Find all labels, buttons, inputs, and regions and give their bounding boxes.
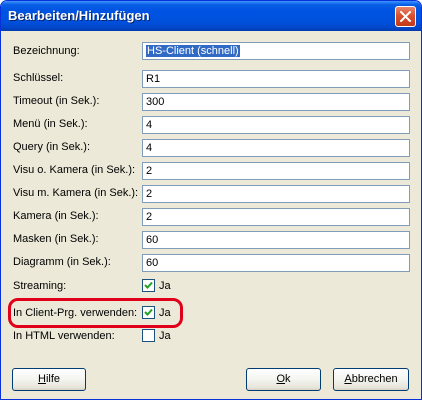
label-visu-ohne-kamera: Visu o. Kamera (in Sek.): — [13, 164, 136, 176]
kamera-field[interactable]: 2 — [142, 208, 410, 226]
dialog-window: Bearbeiten/Hinzufügen Bezeichnung: HS-Cl… — [0, 0, 422, 400]
in-html-checkbox[interactable] — [142, 329, 155, 342]
visu-ohne-kamera-field[interactable]: 2 — [142, 162, 410, 180]
highlight-frame — [8, 298, 183, 328]
label-streaming: Streaming: — [13, 280, 67, 292]
masken-field[interactable]: 60 — [142, 231, 410, 249]
query-field[interactable]: 4 — [142, 139, 410, 157]
ok-label: k — [285, 373, 291, 385]
streaming-checkbox-label: Ja — [159, 280, 171, 292]
label-timeout: Timeout (in Sek.): — [13, 95, 100, 107]
ok-button[interactable]: Ok — [246, 368, 321, 391]
window-title: Bearbeiten/Hinzufügen — [8, 8, 150, 23]
label-diagramm: Diagramm (in Sek.): — [13, 256, 111, 268]
streaming-checkbox[interactable] — [142, 279, 155, 292]
label-masken: Masken (in Sek.): — [13, 233, 99, 245]
cancel-mnemonic: A — [344, 373, 352, 385]
label-kamera: Kamera (in Sek.): — [13, 210, 99, 222]
label-in-html: In HTML verwenden: — [13, 330, 115, 342]
label-schluessel: Schlüssel: — [13, 72, 64, 84]
schluessel-field[interactable]: R1 — [142, 70, 410, 88]
menue-field[interactable]: 4 — [142, 116, 410, 134]
visu-mit-kamera-field[interactable]: 2 — [142, 185, 410, 203]
label-menue: Menü (in Sek.): — [13, 118, 88, 130]
title-bar[interactable]: Bearbeiten/Hinzufügen — [1, 1, 421, 31]
label-query: Query (in Sek.): — [13, 141, 91, 153]
in-html-checkbox-label: Ja — [159, 330, 171, 342]
label-visu-mit-kamera: Visu m. Kamera (in Sek.): — [13, 187, 139, 199]
bezeichnung-value: HS-Client (schnell) — [146, 45, 240, 57]
help-label: ilfe — [45, 373, 60, 385]
dialog-body: Bezeichnung: HS-Client (schnell) Schlüss… — [4, 31, 418, 397]
help-mnemonic: H — [37, 373, 46, 385]
checkmark-icon — [144, 281, 153, 289]
ok-mnemonic: O — [276, 373, 286, 385]
bezeichnung-field[interactable]: HS-Client (schnell) — [142, 42, 410, 60]
close-button[interactable] — [395, 6, 416, 27]
help-button[interactable]: Hilfe — [12, 368, 86, 391]
cancel-label: bbrechen — [351, 373, 398, 385]
cancel-button[interactable]: Abbrechen — [333, 368, 409, 391]
timeout-field[interactable]: 300 — [142, 93, 410, 111]
label-bezeichnung: Bezeichnung: — [13, 45, 80, 57]
diagramm-field[interactable]: 60 — [142, 254, 410, 272]
